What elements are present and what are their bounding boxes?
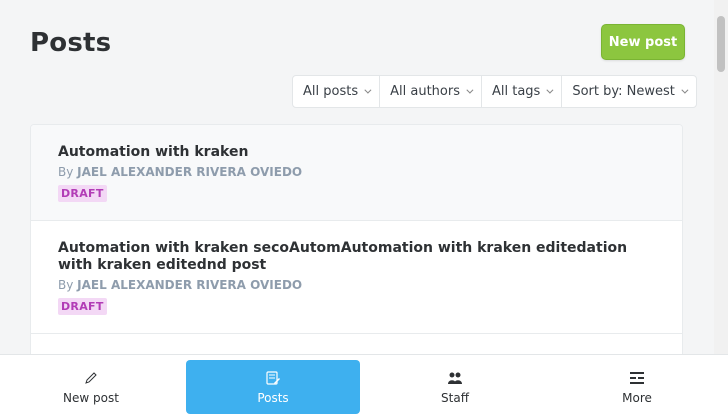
filter-post-type-label: All posts bbox=[303, 84, 359, 99]
chevron-down-icon bbox=[364, 86, 372, 94]
filter-sort-label: Sort by: Newest bbox=[572, 84, 675, 99]
post-meta: By JAEL ALEXANDER RIVERA OVIEDO bbox=[58, 278, 655, 292]
status-badge: DRAFT bbox=[58, 185, 107, 202]
nav-label: Posts bbox=[257, 391, 289, 405]
post-title[interactable]: Automation with kraken bbox=[58, 144, 655, 161]
post-author: JAEL ALEXANDER RIVERA OVIEDO bbox=[77, 278, 303, 292]
status-badge: DRAFT bbox=[58, 298, 107, 315]
pencil-icon bbox=[84, 369, 98, 387]
post-author: JAEL ALEXANDER RIVERA OVIEDO bbox=[77, 165, 303, 179]
chevron-down-icon bbox=[466, 86, 474, 94]
filter-bar: All posts All authors All tags Sort by: … bbox=[292, 75, 697, 108]
post-meta: By JAEL ALEXANDER RIVERA OVIEDO bbox=[58, 165, 655, 179]
post-list-item[interactable]: Automation with kraken secoAutomAutomati… bbox=[31, 221, 682, 334]
posts-list: Automation with kraken By JAEL ALEXANDER… bbox=[30, 124, 683, 364]
filter-post-type[interactable]: All posts bbox=[293, 76, 381, 107]
nav-label: Staff bbox=[441, 390, 469, 405]
chevron-down-icon bbox=[681, 86, 689, 94]
post-title[interactable]: Automation with kraken secoAutomAutomati… bbox=[58, 240, 655, 274]
chevron-down-icon bbox=[546, 86, 554, 94]
vertical-scrollbar[interactable] bbox=[714, 0, 728, 354]
staff-icon bbox=[446, 369, 464, 387]
nav-item-more[interactable]: More bbox=[546, 355, 728, 418]
nav-item-posts[interactable]: Posts bbox=[186, 360, 360, 414]
filter-tags-label: All tags bbox=[491, 84, 541, 99]
post-list-item[interactable]: Automation with kraken By JAEL ALEXANDER… bbox=[31, 125, 682, 221]
nav-label: More bbox=[622, 390, 652, 405]
posts-icon bbox=[265, 369, 281, 387]
nav-item-staff[interactable]: Staff bbox=[364, 355, 546, 418]
scrollbar-thumb[interactable] bbox=[717, 16, 725, 72]
post-by-label: By bbox=[58, 165, 74, 179]
filter-tags[interactable]: All tags bbox=[482, 76, 563, 107]
filter-authors[interactable]: All authors bbox=[380, 76, 482, 107]
post-by-label: By bbox=[58, 278, 74, 292]
page-title: Posts bbox=[30, 28, 112, 58]
filter-authors-label: All authors bbox=[390, 84, 460, 99]
nav-label: New post bbox=[63, 390, 119, 405]
new-post-button[interactable]: New post bbox=[601, 24, 685, 60]
bottom-nav: New post Posts Staff More bbox=[0, 354, 728, 418]
filter-sort[interactable]: Sort by: Newest bbox=[562, 76, 696, 107]
more-icon bbox=[629, 369, 645, 387]
page-header: Posts New post bbox=[30, 22, 685, 66]
nav-item-new-post[interactable]: New post bbox=[0, 355, 182, 418]
